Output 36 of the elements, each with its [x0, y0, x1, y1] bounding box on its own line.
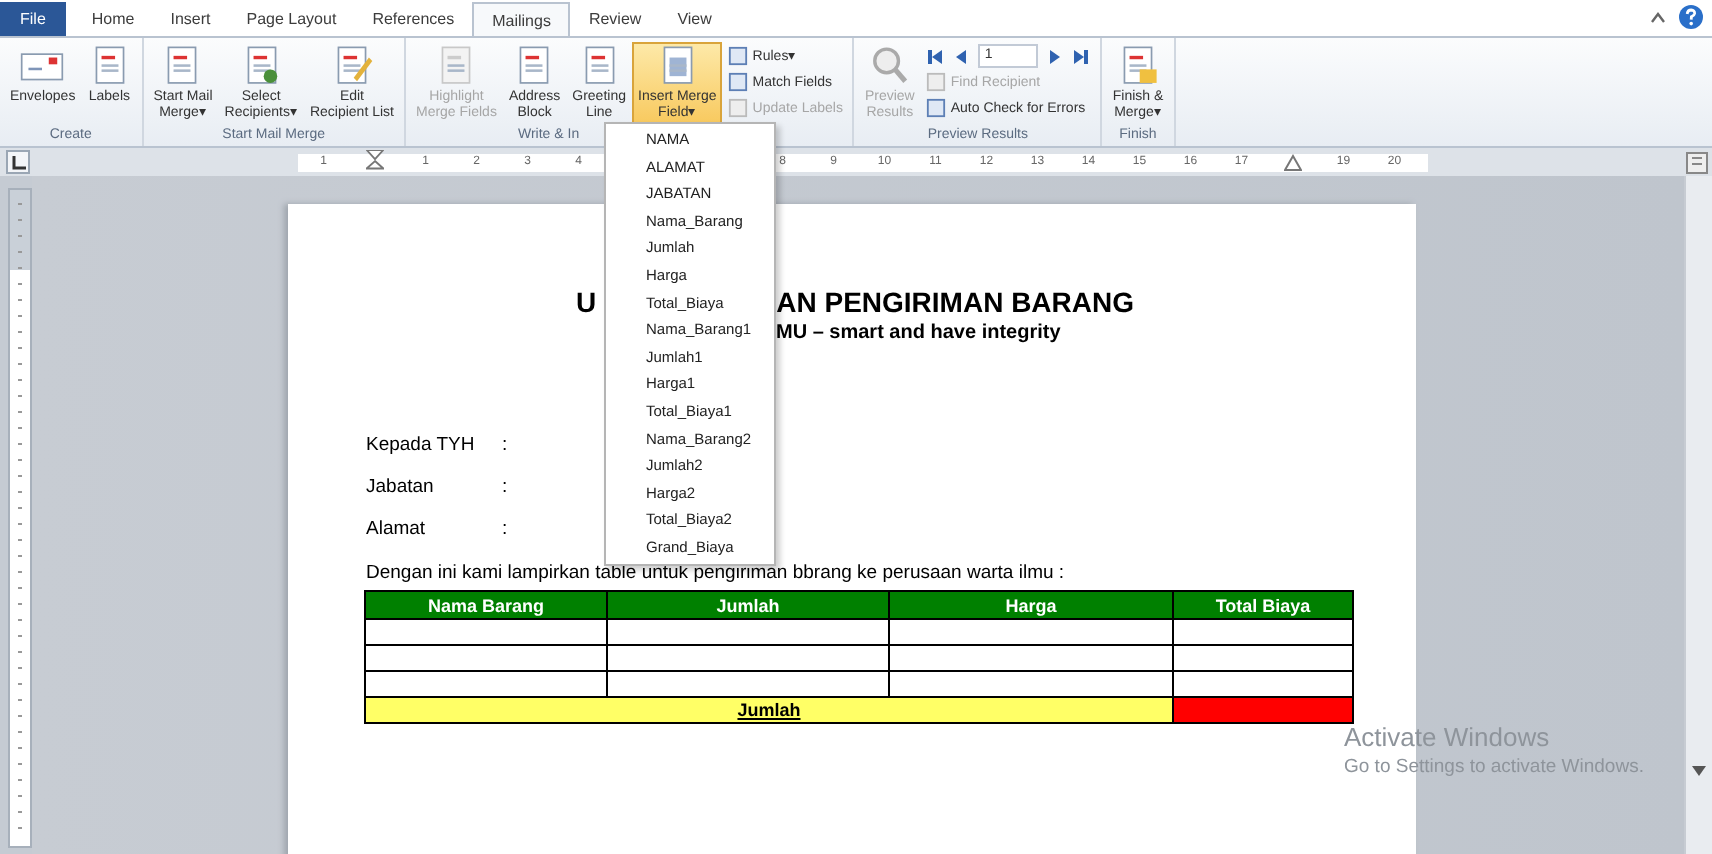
document-subtitle: MU – smart and have integrity [776, 322, 1061, 344]
first-record-icon[interactable] [926, 47, 945, 65]
indent-marker-icon[interactable] [1283, 153, 1302, 171]
field-colon: : [502, 432, 508, 458]
previous-record-icon[interactable] [952, 47, 971, 65]
document-title: U [576, 286, 597, 318]
table-header-cell: Nama Barang [365, 591, 607, 619]
help-icon[interactable] [1678, 4, 1704, 30]
total-cell: Jumlah [365, 697, 1173, 723]
ribbon-tab[interactable]: References [354, 2, 473, 36]
tab-selector[interactable] [6, 150, 30, 174]
ribbon-tab[interactable]: Mailings [472, 2, 571, 36]
field-label: Alamat [366, 516, 428, 542]
ribbon-tab[interactable]: Insert [152, 2, 229, 36]
field-label: Jabatan [366, 474, 436, 500]
next-record-icon[interactable] [1046, 47, 1065, 65]
ribbon-tab[interactable]: File [0, 2, 66, 36]
view-ruler-icon[interactable] [1686, 151, 1708, 173]
indent-marker-icon[interactable] [365, 150, 384, 174]
ribbon-tab[interactable]: Home [73, 2, 153, 36]
table-header-cell: Harga [889, 591, 1173, 619]
scroll-down-icon[interactable] [1692, 766, 1706, 776]
collapse-ribbon-icon[interactable] [1650, 12, 1666, 24]
paragraph: Dengan ini kami lampirkan table untuk pengiriman bbrang ke perusaan warta ilmu : [366, 562, 1067, 584]
field-label: Kepada TYH [366, 432, 477, 458]
vertical-scrollbar[interactable] [1684, 176, 1712, 854]
last-record-icon[interactable] [1072, 47, 1091, 65]
ribbon-tab[interactable]: Review [570, 2, 660, 36]
document-title: AN PENGIRIMAN BARANG [776, 286, 1135, 318]
ribbon-tab[interactable]: Page Layout [228, 2, 355, 36]
ribbon-tab[interactable]: View [659, 2, 730, 36]
table-header-cell: Jumlah [607, 591, 889, 619]
field-colon: : [502, 474, 508, 500]
magnifier-icon [867, 44, 912, 88]
field-colon: : [502, 516, 508, 542]
table-header-cell: Total Biaya [1173, 591, 1353, 619]
